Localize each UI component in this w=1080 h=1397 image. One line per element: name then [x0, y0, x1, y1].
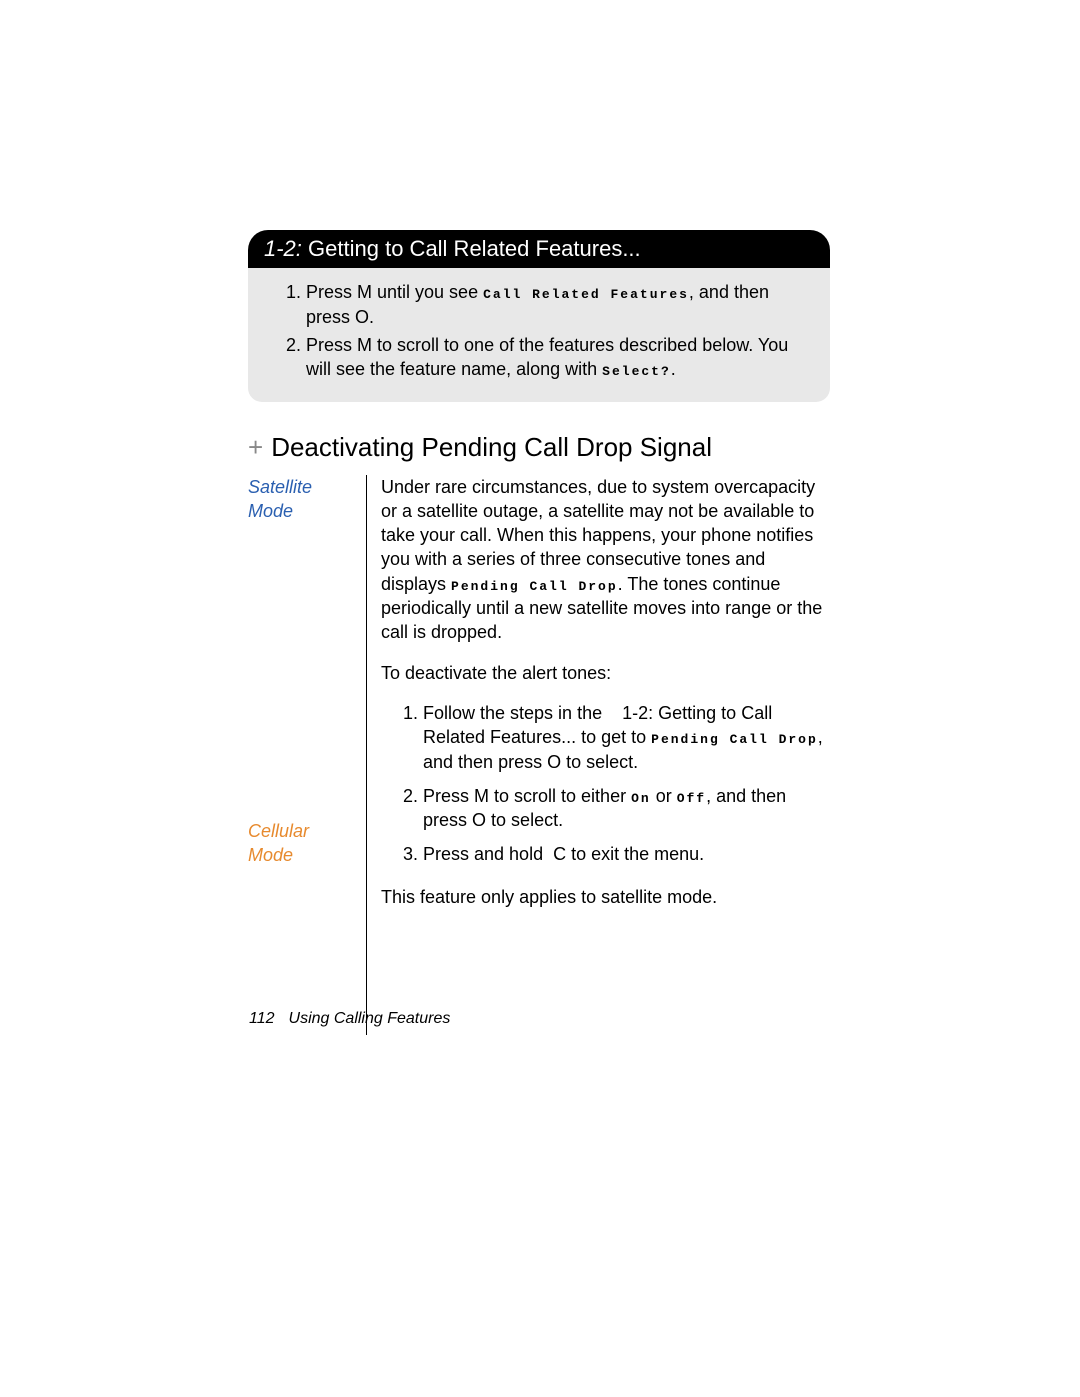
chapter-title: Using Calling Features — [289, 1010, 451, 1027]
subsection-title: Deactivating Pending Call Drop Signal — [271, 432, 712, 462]
satellite-steps: Follow the steps in the 1-2: Getting to … — [381, 701, 830, 867]
page-footer: 112 Using Calling Features — [249, 1010, 450, 1028]
subsection-heading: + Deactivating Pending Call Drop Signal — [248, 432, 830, 463]
body-column: Under rare circumstances, due to system … — [367, 475, 830, 1035]
text: to select. — [486, 810, 563, 830]
display-text: Select? — [602, 364, 671, 379]
satellite-step-3: Press and hold C to exit the menu. — [423, 842, 830, 866]
text: Press — [306, 335, 357, 355]
cellular-mode-label: Cellular Mode — [248, 819, 358, 868]
section-header-box: 1-2: Getting to Call Related Features... — [248, 230, 830, 268]
display-text: Pending Call Drop — [651, 732, 818, 747]
display-text: Call Related Features — [483, 287, 689, 302]
text: . — [369, 307, 374, 327]
satellite-paragraph-2: To deactivate the alert tones: — [381, 661, 830, 685]
key-c: C — [553, 844, 566, 864]
text: . — [671, 359, 676, 379]
text: Press and hold — [423, 844, 548, 864]
key-o: O — [472, 810, 486, 830]
text: until you see — [372, 282, 483, 302]
instruction-step-2: Press M to scroll to one of the features… — [306, 333, 810, 382]
text: Press — [423, 786, 474, 806]
display-text: Off — [677, 791, 706, 806]
satellite-paragraph-1: Under rare circumstances, due to system … — [381, 475, 830, 645]
instruction-box: Press M until you see Call Related Featu… — [248, 268, 830, 401]
text: or — [651, 786, 677, 806]
text: to scroll to one of the features describ… — [306, 335, 788, 379]
section-title: Getting to Call Related Features... — [308, 236, 641, 261]
satellite-mode-label: Satellite Mode — [248, 475, 358, 524]
satellite-step-2: Press M to scroll to either On or Off, a… — [423, 784, 830, 833]
display-text: On — [631, 791, 651, 806]
text: Press — [306, 282, 357, 302]
page-number: 112 — [249, 1010, 275, 1027]
content-columns: Satellite Mode Cellular Mode Under rare … — [248, 475, 830, 1035]
instruction-step-1: Press M until you see Call Related Featu… — [306, 280, 810, 329]
plus-icon: + — [248, 432, 263, 462]
text: to exit the menu. — [566, 844, 704, 864]
key-o: O — [547, 752, 561, 772]
key-m: M — [357, 282, 372, 302]
key-m: M — [357, 335, 372, 355]
key-o: O — [355, 307, 369, 327]
display-text: Pending Call Drop — [451, 579, 618, 594]
text: Follow the steps in the — [423, 703, 607, 723]
text: to scroll to either — [489, 786, 631, 806]
satellite-step-1: Follow the steps in the 1-2: Getting to … — [423, 701, 830, 774]
cellular-paragraph: This feature only applies to satellite m… — [381, 885, 830, 909]
text: to select. — [561, 752, 638, 772]
manual-page: 1-2: Getting to Call Related Features...… — [0, 0, 1080, 1397]
mode-column: Satellite Mode Cellular Mode — [248, 475, 366, 1035]
text: to get to — [576, 727, 651, 747]
section-number: 1-2: — [264, 236, 302, 261]
key-m: M — [474, 786, 489, 806]
